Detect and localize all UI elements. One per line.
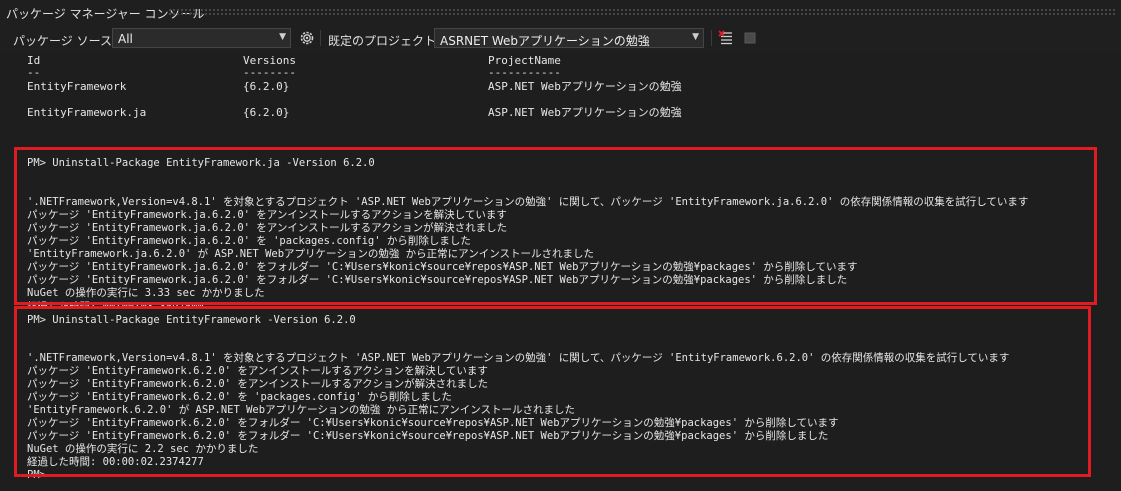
toolbar-separator: [711, 30, 712, 46]
console-line: パッケージ 'EntityFramework.ja.6.2.0' をアンインスト…: [27, 209, 507, 221]
window-title-bar: パッケージ マネージャー コンソール: [0, 0, 1121, 25]
toolbar-separator: [320, 30, 321, 46]
console-line: パッケージ 'EntityFramework.6.2.0' をフォルダー 'C:…: [27, 417, 839, 429]
default-project-value: ASRNET Webアプリケーションの勉強: [440, 34, 650, 48]
clear-console-icon[interactable]: [717, 29, 735, 47]
console-line: '.NETFramework,Version=v4.8.1' を対象とするプロジ…: [27, 196, 1029, 208]
console-line: パッケージ 'EntityFramework.ja.6.2.0' を 'pack…: [27, 235, 471, 247]
column-divider-projectname: -----------: [488, 66, 561, 79]
console-line: NuGet の操作の実行に 3.33 sec かかりました: [27, 287, 265, 299]
console-line: 'EntityFramework.6.2.0' が ASP.NET Webアプリ…: [27, 404, 576, 416]
table-cell-id: EntityFramework.ja: [27, 106, 147, 119]
console-toolbar: パッケージ ソース(K): All ▼ 既定のプロジェクト(J): ASRNET…: [0, 24, 1121, 53]
console-line: パッケージ 'EntityFramework.6.2.0' を 'package…: [27, 391, 452, 403]
package-source-dropdown[interactable]: All ▼: [112, 28, 291, 48]
pm-command-line: PM> Uninstall-Package EntityFramework.ja…: [27, 157, 375, 169]
console-line: パッケージ 'EntityFramework.ja.6.2.0' をアンインスト…: [27, 222, 508, 234]
console-output[interactable]: Id Versions ProjectName -- -------- ----…: [0, 53, 1121, 491]
column-divider-versions: --------: [243, 66, 296, 79]
table-cell-version: {6.2.0}: [243, 106, 290, 119]
console-line: NuGet の操作の実行に 2.2 sec かかりました: [27, 443, 259, 455]
console-line: パッケージ 'EntityFramework.6.2.0' をアンインストールす…: [27, 378, 489, 390]
pm-prompt-partial: PM>: [27, 469, 46, 481]
pm-command-line: PM> Uninstall-Package EntityFramework -V…: [27, 314, 356, 326]
package-source-value: All: [118, 32, 133, 46]
table-cell-id: EntityFramework: [27, 80, 127, 93]
title-grip[interactable]: [168, 8, 1115, 16]
column-divider-id: --: [27, 66, 41, 79]
chevron-down-icon: ▼: [692, 32, 699, 42]
table-cell-version: {6.2.0}: [243, 80, 290, 93]
chevron-down-icon: ▼: [279, 32, 286, 42]
console-line: パッケージ 'EntityFramework.ja.6.2.0' をフォルダー …: [27, 274, 848, 286]
console-line: 'EntityFramework.ja.6.2.0' が ASP.NET Web…: [27, 248, 595, 260]
console-line: パッケージ 'EntityFramework.6.2.0' をアンインストールす…: [27, 365, 488, 377]
table-cell-project: ASP.NET Webアプリケーションの勉強: [488, 80, 682, 93]
console-line: 経過した時間: 00:00:02.2374277: [27, 456, 204, 468]
console-line: '.NETFramework,Version=v4.8.1' を対象とするプロジ…: [27, 352, 1010, 364]
stop-icon[interactable]: [741, 29, 759, 47]
console-line-partial: 経過した時間: 00:00:03.3597500: [27, 301, 204, 307]
settings-gear-icon[interactable]: [298, 29, 316, 47]
table-cell-project: ASP.NET Webアプリケーションの勉強: [488, 106, 682, 119]
console-line: パッケージ 'EntityFramework.ja.6.2.0' をフォルダー …: [27, 261, 858, 273]
console-line: パッケージ 'EntityFramework.6.2.0' をフォルダー 'C:…: [27, 430, 829, 442]
default-project-dropdown[interactable]: ASRNET Webアプリケーションの勉強 ▼: [434, 28, 704, 48]
